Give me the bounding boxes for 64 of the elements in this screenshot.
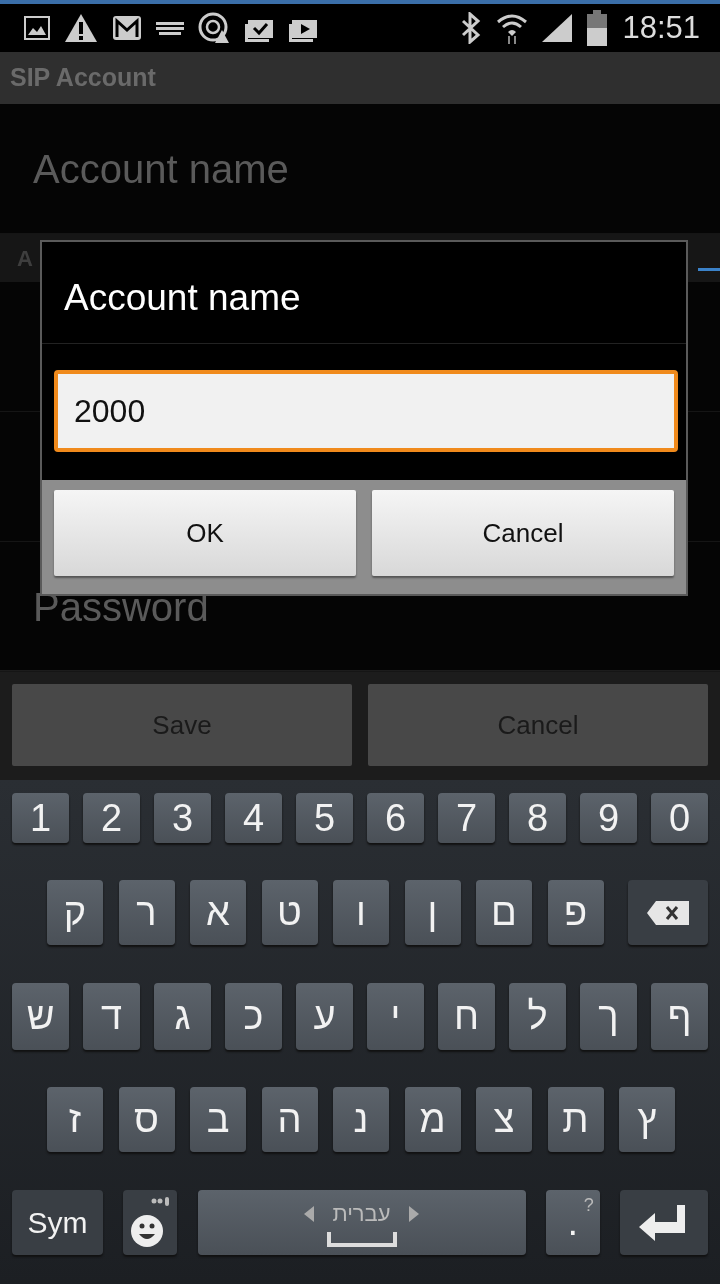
keyboard-key[interactable]: ר <box>118 880 175 945</box>
keyboard-key[interactable]: מ <box>404 1087 461 1152</box>
backspace-icon <box>646 899 690 926</box>
keyboard-key[interactable]: י <box>367 983 424 1050</box>
keyboard-key[interactable]: נ <box>333 1087 389 1152</box>
keyboard-key[interactable]: ה <box>261 1087 318 1152</box>
right-arrow-icon <box>408 1205 419 1222</box>
keyboard-key[interactable]: ת <box>547 1087 604 1152</box>
bluetooth-icon <box>460 12 483 44</box>
keyboard-key[interactable]: ו <box>333 880 389 945</box>
alert-badge-icon <box>198 12 230 44</box>
left-arrow-icon <box>304 1205 315 1222</box>
keyboard-key[interactable]: ג <box>154 983 211 1050</box>
space-key[interactable]: עברית <box>197 1190 526 1255</box>
keyboard-key[interactable]: ש <box>12 983 69 1050</box>
keyboard-key[interactable]: ב <box>190 1087 246 1152</box>
keyboard-key[interactable]: 1 <box>12 793 69 843</box>
space-bar-icon <box>326 1232 397 1248</box>
keyboard-key[interactable]: 7 <box>438 793 495 843</box>
keyboard-key[interactable]: ף <box>651 983 708 1050</box>
keyboard-key[interactable]: 6 <box>367 793 424 843</box>
keyboard-key[interactable]: ל <box>509 983 566 1050</box>
backspace-key[interactable] <box>628 880 708 945</box>
smiley-icon <box>130 1196 171 1249</box>
language-label: עברית <box>332 1200 391 1228</box>
keyboard-key[interactable]: 2 <box>83 793 140 843</box>
keyboard-key[interactable]: צ <box>476 1087 532 1152</box>
keyboard-key[interactable]: ץ <box>619 1087 675 1152</box>
keyboard-key[interactable]: ק <box>47 880 103 945</box>
keyboard-key[interactable]: 3 <box>154 793 211 843</box>
keyboard-key[interactable]: 0 <box>651 793 708 843</box>
keyboard-key[interactable]: ז <box>47 1087 103 1152</box>
keyboard-key[interactable]: 5 <box>296 793 353 843</box>
period-key[interactable]: .? <box>545 1190 600 1255</box>
emoji-key[interactable] <box>123 1190 178 1255</box>
ok-button[interactable]: OK <box>54 490 356 576</box>
keyboard-key[interactable]: ך <box>580 983 637 1050</box>
enter-key[interactable] <box>620 1190 708 1255</box>
keyboard-key[interactable]: ן <box>404 880 461 945</box>
keyboard-key[interactable]: ט <box>261 880 318 945</box>
keyboard-key[interactable]: 9 <box>580 793 637 843</box>
sym-key[interactable]: Sym <box>12 1190 103 1255</box>
text-input-field[interactable]: 2000 <box>54 370 678 452</box>
keyboard-key[interactable]: 8 <box>509 793 566 843</box>
keyboard-key[interactable]: 4 <box>225 793 282 843</box>
keyboard-key[interactable]: ס <box>118 1087 175 1152</box>
key-hint: ? <box>583 1194 594 1217</box>
warning-icon <box>64 13 98 43</box>
mail-icon <box>112 15 142 41</box>
app-bar-title: SIP Account <box>0 52 720 104</box>
signal-icon <box>542 14 573 42</box>
battery-icon <box>586 10 609 46</box>
status-time: 18:51 <box>622 8 700 47</box>
keyboard-key[interactable]: ע <box>296 983 353 1050</box>
dialog-title: Account name <box>42 242 686 344</box>
keyboard-key[interactable]: פ <box>547 880 604 945</box>
keyboard-key[interactable]: ח <box>438 983 495 1050</box>
cancel-button[interactable]: Cancel <box>372 490 674 576</box>
keyboard-key[interactable]: כ <box>225 983 282 1050</box>
keyboard-key[interactable]: א <box>190 880 246 945</box>
image-icon <box>24 16 50 40</box>
keyboard-key[interactable]: ם <box>476 880 532 945</box>
wifi-icon <box>496 12 529 44</box>
keyboard-key[interactable]: ד <box>83 983 140 1050</box>
